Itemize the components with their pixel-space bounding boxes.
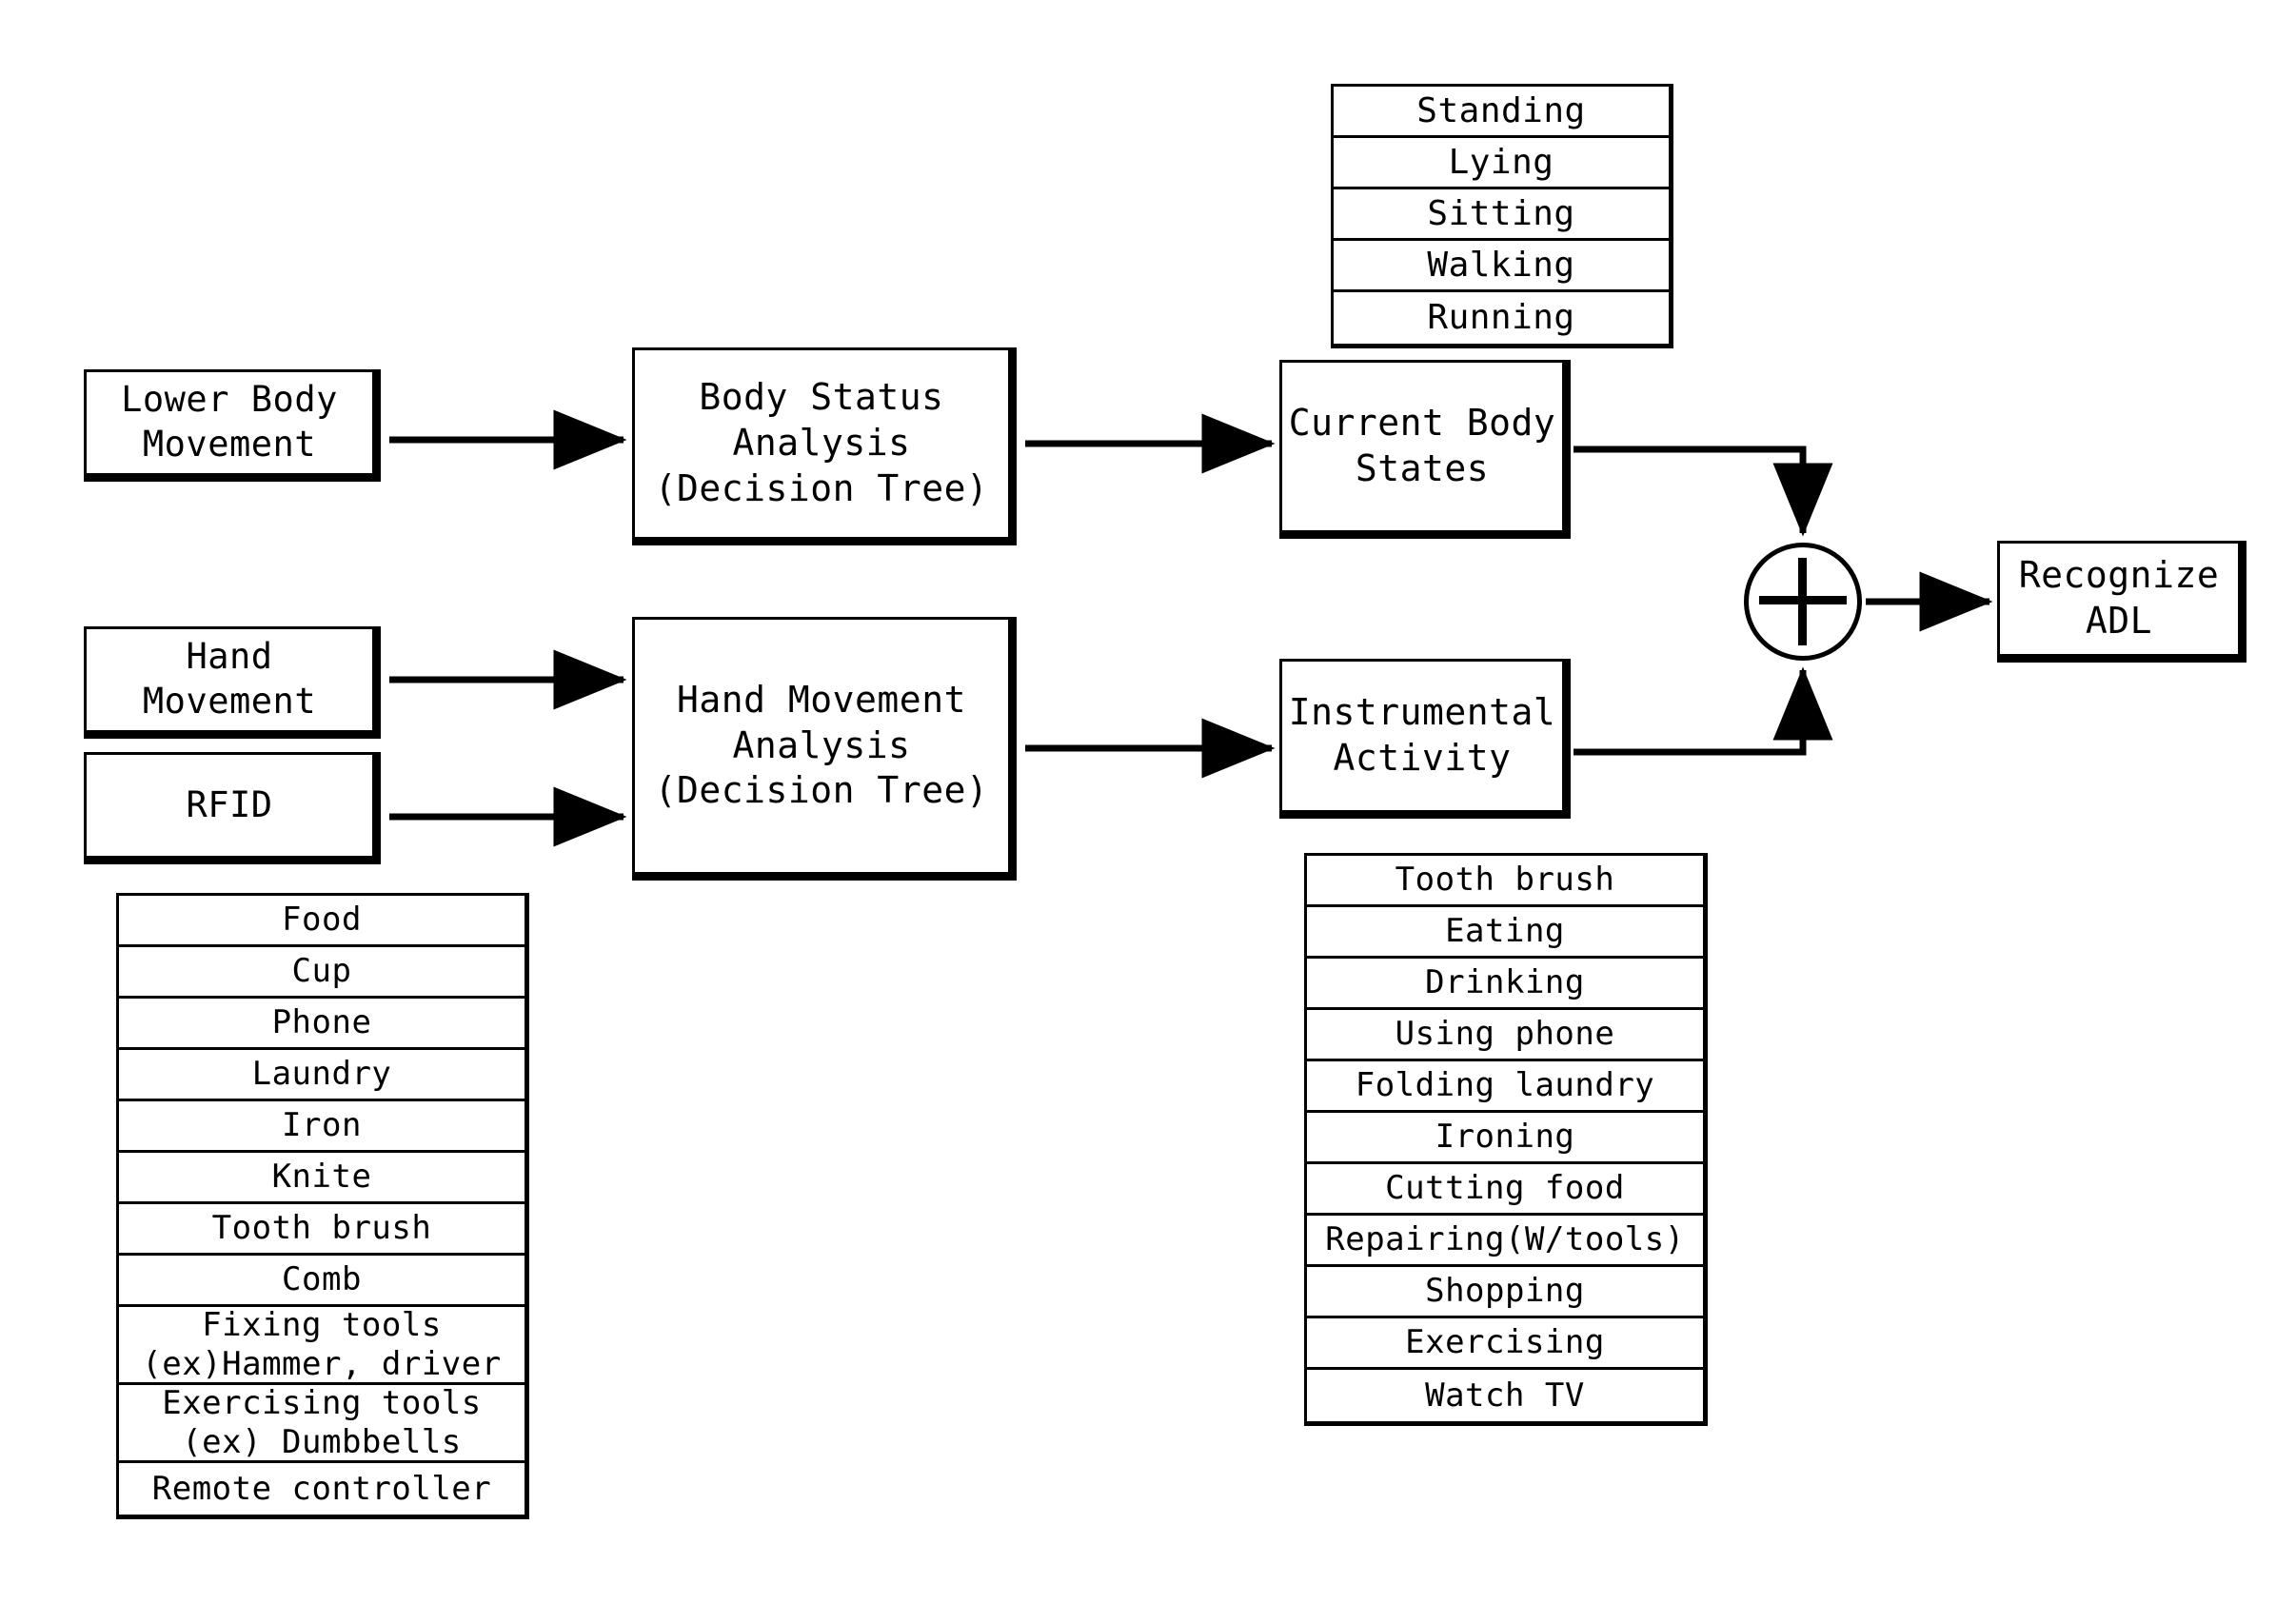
current-body-states-list: Standing Lying Sitting Walking Running xyxy=(1331,84,1673,348)
node-current-body-states: Current Body States xyxy=(1279,360,1571,539)
object-item-row: Tooth brush xyxy=(119,1204,525,1256)
object-item-row: Fixing tools (ex)Hammer, driver xyxy=(119,1306,525,1385)
node-hand-movement-analysis: Hand Movement Analysis (Decision Tree) xyxy=(632,617,1017,881)
object-item-row: Iron xyxy=(119,1101,525,1153)
rfid-object-list: Food Cup Phone Laundry Iron Knite Tooth brush C… xyxy=(116,893,529,1519)
node-hand-movement: Hand Movement xyxy=(84,626,381,739)
activity-item-row: Folding laundry xyxy=(1307,1061,1703,1113)
object-item-row: Food xyxy=(119,896,525,947)
activity-item-row: Shopping xyxy=(1307,1267,1703,1318)
node-hand-movement-analysis-label: Hand Movement Analysis (Decision Tree) xyxy=(654,678,989,812)
node-recognize-adl-label: Recognize ADL xyxy=(2018,554,2220,642)
node-rfid-label: RFID xyxy=(186,783,273,825)
plus-icon-vertical-bar xyxy=(1798,558,1807,645)
activity-item-row: Drinking xyxy=(1307,959,1703,1010)
body-state-row: Running xyxy=(1427,298,1575,338)
body-state-row: Sitting xyxy=(1334,189,1669,241)
node-rfid: RFID xyxy=(84,752,381,864)
instrumental-activity-list: Tooth brush Eating Drinking Using phone Fold… xyxy=(1304,853,1708,1426)
node-current-body-states-label: Current Body States xyxy=(1288,402,1556,489)
activity-item-row: Eating xyxy=(1307,907,1703,959)
object-item-row: Comb xyxy=(119,1256,525,1307)
object-item-row: Phone xyxy=(119,999,525,1050)
body-state-row: Walking xyxy=(1334,241,1669,292)
node-hand-movement-label: Hand Movement xyxy=(142,636,317,722)
activity-item-row: Exercising xyxy=(1307,1318,1703,1370)
node-body-status-analysis-label: Body Status Analysis (Decision Tree) xyxy=(654,376,989,509)
body-state-row: Lying xyxy=(1334,138,1669,189)
node-lower-body-movement-label: Lower Body Movement xyxy=(121,379,338,465)
node-instrumental-activity: Instrumental Activity xyxy=(1279,659,1571,819)
activity-item-row: Repairing(W/tools) xyxy=(1307,1216,1703,1267)
activity-item-row: Using phone xyxy=(1307,1010,1703,1061)
body-state-row: Standing xyxy=(1334,87,1669,138)
connector-current-body-to-sum xyxy=(1574,446,1833,537)
object-item-row: Knite xyxy=(119,1153,525,1204)
activity-item-row: Ironing xyxy=(1307,1113,1703,1164)
node-body-status-analysis: Body Status Analysis (Decision Tree) xyxy=(632,347,1017,545)
object-item-row: Cup xyxy=(119,947,525,999)
object-item-row: Laundry xyxy=(119,1050,525,1101)
object-item-row: Exercising tools (ex) Dumbbells xyxy=(119,1384,525,1463)
connector-instrumental-to-sum xyxy=(1574,666,1833,756)
node-recognize-adl: Recognize ADL xyxy=(1997,541,2247,663)
adl-block-diagram: Lower Body Movement Hand Movement RFID B… xyxy=(0,0,2296,1624)
activity-item-row: Cutting food xyxy=(1307,1164,1703,1216)
activity-item-row: Watch TV xyxy=(1425,1376,1585,1415)
sum-junction-plus-icon xyxy=(1744,543,1862,661)
node-lower-body-movement: Lower Body Movement xyxy=(84,369,381,482)
activity-item-row: Tooth brush xyxy=(1307,856,1703,907)
node-instrumental-activity-label: Instrumental Activity xyxy=(1288,691,1556,779)
object-item-row: Remote controller xyxy=(151,1469,492,1508)
